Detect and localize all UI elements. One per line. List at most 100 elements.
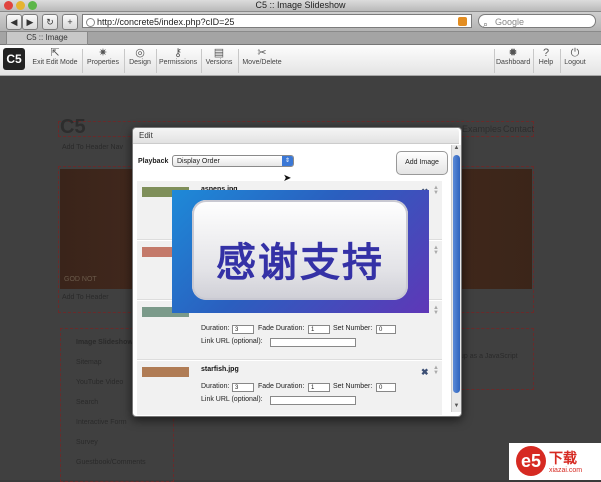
c5-logo[interactable]: C5 [3,48,25,70]
design-icon: ◎ [135,47,145,59]
link-url-label: Link URL (optional): [201,338,263,345]
permissions-label: Permissions [159,59,198,66]
scissors-icon: ✂ [257,47,267,59]
link-url-field[interactable] [270,338,356,347]
image-thumbnail [142,367,189,377]
sidebar-item-youtube[interactable]: YouTube Video [76,379,123,386]
address-bar[interactable]: http://concrete5/index.php?cID=25 [82,14,472,28]
playback-value: Display Order [177,158,220,165]
toolbar-divider [238,49,239,73]
set-number-label: Set Number: [333,383,373,390]
properties-button[interactable]: ✷ Properties [86,47,120,74]
c5-edit-toolbar: C5 ⇱ Exit Edit Mode ✷ Properties ◎ Desig… [0,45,601,76]
add-to-header-nav-link[interactable]: Add To Header Nav [62,144,123,151]
logout-button[interactable]: ⏻ Logout [562,47,588,74]
logout-label: Logout [564,59,586,66]
scrollbar-thumb[interactable] [453,155,460,393]
watermark-sub: xiazai.com [549,467,583,474]
sidebar-item-form[interactable]: Interactive Form [76,419,127,426]
toolbar-divider [560,49,561,73]
playback-select[interactable]: Display Order ⇕ [172,155,294,167]
design-label: Design [129,59,151,66]
dashboard-icon: ✹ [508,47,518,59]
link-url-field[interactable] [270,396,356,405]
help-button[interactable]: ? Help [535,47,557,74]
overlay-badge: 感谢支持 [192,200,408,300]
link-url-label: Link URL (optional): [201,396,263,403]
search-placeholder: Google [495,17,525,27]
sidebar-item-image-slideshow[interactable]: Image Slideshow [76,339,133,346]
scroll-up-icon[interactable]: ▲ [452,145,461,151]
duration-field[interactable]: 3 [232,383,254,392]
tab-image-slideshow[interactable]: C5 :: Image Slideshow [6,32,88,54]
overlay-banner: 感谢支持 [172,190,429,313]
duration-field[interactable]: 3 [232,325,254,334]
gear-icon: ✷ [98,47,108,59]
add-bookmark-button[interactable]: + [62,14,78,30]
logout-icon: ⏻ [570,47,580,59]
dialog-title: Edit [133,128,459,144]
reorder-icon[interactable]: ▲ ▼ [433,365,439,376]
toolbar-divider [156,49,157,73]
key-icon: ⚷ [173,47,183,59]
reorder-icon[interactable]: ▲ ▼ [433,185,439,196]
design-button[interactable]: ◎ Design [127,47,153,74]
exit-edit-mode-label: Exit Edit Mode [32,59,78,66]
scroll-down-icon[interactable]: ▼ [452,403,461,409]
search-icon: ⌕ [483,19,489,29]
toolbar-divider [82,49,83,73]
main-content-text: up as a JavaScript [460,353,518,360]
watermark-brand: 下载 [549,450,577,466]
help-icon: ? [542,47,550,59]
rss-icon[interactable] [458,17,467,26]
sidebar-item-search[interactable]: Search [76,399,98,406]
properties-label: Properties [87,59,119,66]
sidebar-item-guestbook[interactable]: Guestbook/Comments [76,459,146,466]
move-delete-label: Move/Delete [242,59,282,66]
fade-duration-field[interactable]: 1 [308,325,330,334]
watermark-mark: e5 [516,446,546,476]
address-text: http://concrete5/index.php?cID=25 [97,17,235,27]
permissions-button[interactable]: ⚷ Permissions [159,47,197,74]
forward-button[interactable]: ▶ [22,14,38,30]
duration-label: Duration: [201,383,230,390]
set-number-label: Set Number: [333,325,373,332]
toolbar-divider [201,49,202,73]
site-title: C5 [60,116,86,138]
add-image-button[interactable]: Add Image [396,151,448,175]
sidebar-item-survey[interactable]: Survey [76,439,98,446]
dashboard-button[interactable]: ✹ Dashboard [496,47,530,74]
exit-edit-mode-button[interactable]: ⇱ Exit Edit Mode [32,47,78,74]
nav-examples[interactable]: Examples [462,124,502,134]
dashboard-label: Dashboard [496,59,531,66]
add-to-header-link[interactable]: Add To Header [62,294,109,301]
overlay-text: 感谢支持 [216,240,384,286]
banner-caption: GOD NOT [64,276,97,283]
duration-label: Duration: [201,325,230,332]
dialog-scrollbar[interactable]: ▲ ▼ [451,145,461,412]
delete-icon[interactable]: ✖ [421,367,429,378]
nav-contact[interactable]: Contact [503,124,534,134]
back-button[interactable]: ◀ [6,14,22,30]
window-titlebar: C5 :: Image Slideshow [0,0,601,12]
select-arrows-icon: ⇕ [282,156,293,166]
tab-bar: C5 :: Image Slideshow [0,32,601,54]
watermark-logo: e5 下载 xiazai.com [509,443,601,480]
versions-button[interactable]: ▤ Versions [204,47,234,74]
fade-duration-label: Fade Duration: [258,383,305,390]
fade-duration-field[interactable]: 1 [308,383,330,392]
sidebar-item-sitemap[interactable]: Sitemap [76,359,102,366]
toolbar-divider [124,49,125,73]
versions-icon: ▤ [213,47,225,59]
site-icon [86,18,95,27]
exit-icon: ⇱ [50,47,60,59]
reorder-icon[interactable]: ▲ ▼ [433,305,439,316]
move-delete-button[interactable]: ✂ Move/Delete [241,47,283,74]
help-label: Help [538,59,554,66]
set-number-field[interactable]: 0 [376,325,396,334]
image-filename: starfish.jpg [201,366,239,373]
reload-button[interactable]: ↻ [42,14,58,30]
reorder-icon[interactable]: ▲ ▼ [433,245,439,256]
set-number-field[interactable]: 0 [376,383,396,392]
search-input[interactable]: ⌕ Google [478,14,596,29]
